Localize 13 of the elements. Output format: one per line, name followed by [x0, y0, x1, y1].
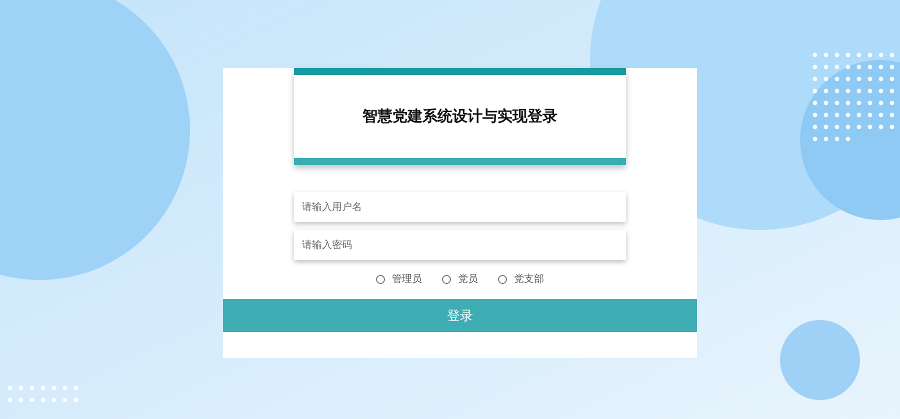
role-label: 党支部 [514, 272, 544, 286]
dot-pattern [8, 386, 78, 402]
role-radio[interactable]: 党员 [442, 272, 478, 286]
role-label: 管理员 [392, 273, 422, 286]
radio-icon[interactable] [442, 274, 451, 284]
role-label: 党员 [458, 272, 478, 286]
page-title: 智慧党建系统设计与实现登录 [362, 107, 558, 126]
password-field[interactable]: 请输入密码 [294, 230, 626, 260]
role-radio[interactable]: 管理员 [376, 272, 422, 286]
role-radio[interactable]: 党支部 [498, 272, 544, 286]
username-field[interactable]: 请输入用户名 [294, 192, 626, 222]
radio-icon[interactable] [498, 274, 507, 284]
radio-icon[interactable] [376, 274, 385, 284]
